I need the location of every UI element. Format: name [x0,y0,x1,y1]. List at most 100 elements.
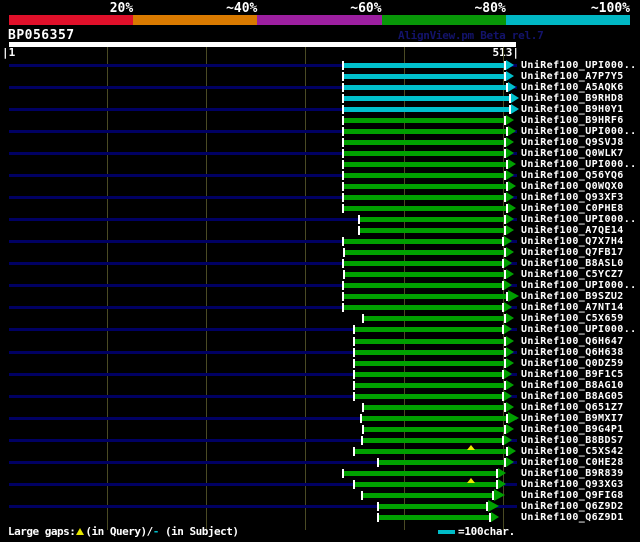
alignment-start-tick [341,193,344,203]
alignment-arrowhead-icon[interactable] [506,115,515,126]
alignment-arrowhead-icon[interactable] [506,60,515,70]
alignment-start-tick [360,490,363,500]
alignment-arrowhead-icon[interactable] [506,170,515,181]
alignment-arrowhead-icon[interactable] [498,467,507,478]
alignment-arrowhead-icon[interactable] [508,181,517,192]
alignment-bar[interactable] [342,118,506,124]
alignment-bar[interactable] [342,107,511,113]
alignment-arrowhead-icon[interactable] [506,456,515,467]
alignment-start-tick [341,303,344,313]
alignment-arrowhead-icon[interactable] [508,126,517,137]
alignment-bar[interactable] [358,228,506,234]
alignment-arrowhead-icon[interactable] [506,401,515,412]
alignment-bar[interactable] [353,448,508,454]
alignment-arrowhead-icon[interactable] [506,192,515,203]
alignment-arrowhead-icon[interactable] [506,346,515,357]
alignment-arrowhead-icon[interactable] [504,368,513,379]
alignment-bar[interactable] [353,393,504,399]
large-gaps-legend: Large gaps: (in Query)/- (in Subject) [8,525,239,538]
alignview-plot: 20% ~40% ~60% ~80% ~100% BP056357 AlignView.… [0,0,640,542]
alignment-bar[interactable] [362,426,506,432]
alignment-arrowhead-icon[interactable] [506,214,515,225]
alignment-start-tick [341,127,344,137]
alignment-bar[interactable] [353,360,506,366]
alignment-arrowhead-icon[interactable] [506,379,515,390]
alignment-arrowhead-icon[interactable] [498,478,507,489]
alignment-arrowhead-icon[interactable] [506,148,515,159]
alignment-bar[interactable] [378,503,488,509]
alignment-bar[interactable] [343,272,506,278]
alignment-bar[interactable] [362,316,506,322]
alignment-bar[interactable] [378,514,491,520]
alignment-bar[interactable] [342,162,508,168]
alignment-bar[interactable] [342,283,504,289]
query-id: BP056357 [8,28,75,43]
scale-segment [257,15,382,25]
alignment-bar[interactable] [362,404,506,410]
alignment-bar[interactable] [342,85,508,91]
scale-label: ~100% [590,1,630,16]
alignment-bar[interactable] [342,184,508,190]
alignment-bar[interactable] [353,382,506,388]
alignment-bar[interactable] [343,250,506,256]
alignment-arrowhead-icon[interactable] [506,335,515,346]
alignment-bar[interactable] [342,173,506,179]
alignment-start-tick [341,292,344,302]
alignment-bar[interactable] [353,481,498,487]
alignment-start-tick [352,347,355,357]
alignment-arrowhead-icon[interactable] [506,423,515,434]
alignment-arrowhead-icon[interactable] [491,511,500,522]
alignment-bar[interactable] [342,63,506,68]
alignment-arrowhead-icon[interactable] [504,302,513,313]
alignment-bar[interactable] [361,492,494,498]
alignment-bar[interactable] [342,74,506,80]
alignment-bar[interactable] [342,239,504,245]
alignment-bar[interactable] [353,371,504,377]
alignment-arrowhead-icon[interactable] [506,137,515,148]
alignment-arrowhead-icon[interactable] [504,280,513,291]
alignment-start-tick [341,281,344,291]
alignment-arrowhead-icon[interactable] [504,236,513,247]
alignment-arrowhead-icon[interactable] [506,357,515,368]
scale-segment [9,15,134,25]
alignment-arrowhead-icon[interactable] [506,247,515,258]
scale-label: 20% [109,1,134,16]
alignment-arrowhead-icon[interactable] [511,93,520,104]
alignment-bar[interactable] [342,195,506,201]
hit-label[interactable]: UniRef100_Q6Z9D1 [521,512,624,523]
alignment-bar[interactable] [342,305,504,311]
alignment-arrowhead-icon[interactable] [508,82,517,93]
alignment-bar[interactable] [342,294,508,300]
alignment-bar[interactable] [342,96,511,102]
alignment-bar[interactable] [342,151,506,157]
alignment-arrowhead-icon[interactable] [506,71,515,82]
alignment-start-tick [341,138,344,148]
alignment-bar[interactable] [353,338,506,344]
alignment-arrowhead-icon[interactable] [504,324,513,335]
alignment-bar[interactable] [342,206,508,212]
alignment-bar[interactable] [342,470,498,476]
alignment-start-tick [341,72,344,82]
alignment-arrowhead-icon[interactable] [504,434,513,445]
alignment-arrowhead-icon[interactable] [511,104,520,115]
alignment-start-tick [377,457,380,467]
alignment-arrowhead-icon[interactable] [506,225,515,236]
alignment-bar[interactable] [361,437,504,443]
alignment-bar[interactable] [353,349,506,355]
alignment-bar[interactable] [378,459,506,465]
alignment-bar[interactable] [342,140,506,146]
alignment-arrowhead-icon[interactable] [504,258,513,269]
alignment-arrowhead-icon[interactable] [508,203,517,214]
alignment-bar[interactable] [342,129,508,135]
alignment-arrowhead-icon[interactable] [506,313,515,324]
alignment-bar[interactable] [342,261,504,267]
ruler-end-label: 513| [492,46,520,59]
alignment-arrowhead-icon[interactable] [504,390,513,401]
alignment-arrowhead-icon[interactable] [506,269,515,280]
alignment-arrowhead-icon[interactable] [508,445,517,456]
alignment-bar[interactable] [353,327,504,333]
alignment-bar[interactable] [358,217,506,223]
alignment-arrowhead-icon[interactable] [508,159,517,170]
alignment-start-tick [341,468,344,478]
alignment-bar[interactable] [360,415,508,421]
